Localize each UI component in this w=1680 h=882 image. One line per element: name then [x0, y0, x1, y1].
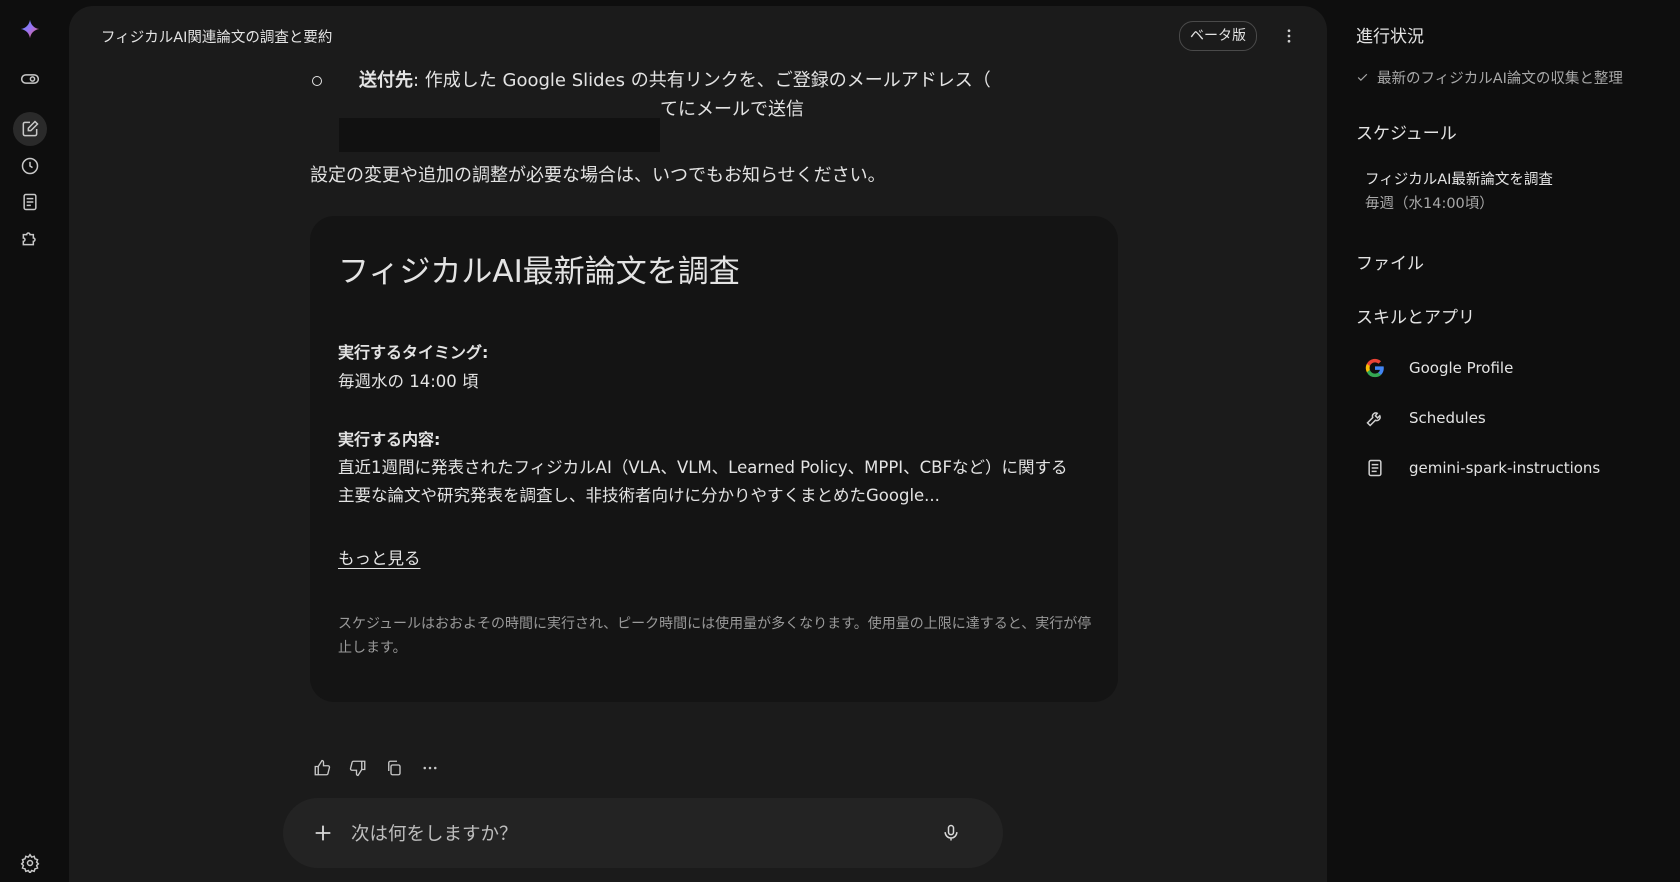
schedule-item-subtitle: 毎週（水14:00頃） [1365, 196, 1494, 212]
more-actions-icon[interactable] [418, 756, 442, 780]
timing-label: 実行するタイミング: [338, 343, 489, 362]
thumbs-up-icon[interactable] [310, 756, 334, 780]
wrench-icon [1364, 407, 1386, 429]
progress-heading: 進行状況 [1356, 27, 1424, 47]
skills-apps-heading: スキルとアプリ [1356, 308, 1475, 328]
document-icon [1364, 457, 1386, 479]
timing-value: 毎週水の 14:00 頃 [338, 372, 479, 391]
prompt-box [283, 798, 1003, 868]
beta-badge[interactable]: ベータ版 [1179, 21, 1257, 51]
google-g-icon [1364, 357, 1386, 379]
notes-icon[interactable] [18, 190, 42, 214]
extensions-puzzle-icon[interactable] [18, 226, 42, 250]
more-options-icon[interactable] [1279, 26, 1299, 46]
gemini-spark-logo-icon[interactable] [18, 17, 42, 41]
progress-item-label: 最新のフィジカルAI論文の収集と整理 [1377, 71, 1623, 87]
history-clock-icon[interactable] [18, 154, 42, 178]
card-title: フィジカルAI最新論文を調査 [338, 254, 740, 290]
bullet-bold-label: 送付先 [359, 70, 413, 91]
schedule-card: フィジカルAI最新論文を調査 実行するタイミング: 毎週水の 14:00 頃 実… [310, 216, 1118, 702]
copy-icon[interactable] [382, 756, 406, 780]
app-item-label: gemini-spark-instructions [1409, 459, 1601, 477]
thumbs-down-icon[interactable] [346, 756, 370, 780]
check-icon [1357, 73, 1368, 82]
schedule-note: スケジュールはおおよその時間に実行され、ピーク時間には使用量が多くなります。使用… [338, 616, 1092, 656]
message-content: 送付先: 作成した Google Slides の共有リンクを、ご登録のメールア… [310, 66, 1130, 777]
app-item-gemini-spark-instructions[interactable]: gemini-spark-instructions [1364, 455, 1600, 481]
add-attachment-plus-icon[interactable] [311, 821, 335, 845]
microphone-icon[interactable] [939, 821, 963, 845]
app-item-schedules[interactable]: Schedules [1364, 405, 1486, 431]
settings-gear-icon[interactable] [18, 851, 42, 875]
files-heading: ファイル [1356, 254, 1424, 274]
bullet-tail: てにメールで送信 [660, 99, 804, 120]
app-item-label: Google Profile [1409, 359, 1514, 377]
content-line-2: 主要な論文や研究発表を調査し、非技術者向けに分かりやすくまとめたGoogle..… [338, 486, 940, 505]
redacted-email-block [339, 118, 660, 152]
content-line-1: 直近1週間に発表されたフィジカルAI（VLA、VLM、Learned Polic… [338, 458, 1068, 477]
app-item-label: Schedules [1409, 409, 1486, 427]
schedule-item-title[interactable]: フィジカルAI最新論文を調査 [1365, 168, 1553, 189]
toggle-icon[interactable] [18, 67, 42, 91]
list-item: 送付先: 作成した Google Slides の共有リンクを、ご登録のメールア… [310, 66, 1130, 152]
chat-panel: フィジカルAI関連論文の調査と要約 ベータ版 送付先: 作成した Google … [69, 6, 1327, 882]
progress-item: 最新のフィジカルAI論文の収集と整理 [1356, 67, 1623, 88]
left-rail [0, 0, 60, 882]
conversation-title: フィジカルAI関連論文の調査と要約 [101, 30, 333, 46]
app-item-google-profile[interactable]: Google Profile [1364, 355, 1513, 381]
show-more-link[interactable]: もっと見る [338, 545, 421, 569]
prompt-input[interactable] [349, 818, 913, 850]
bullet-text: 送付先: 作成した Google Slides の共有リンクを、ご登録のメールア… [359, 66, 1059, 95]
schedule-heading: スケジュール [1356, 124, 1457, 144]
bullet-circle-icon [312, 76, 322, 86]
new-chat-icon[interactable] [13, 112, 47, 146]
content-label: 実行する内容: [338, 430, 441, 449]
side-panel: 進行状況 最新のフィジカルAI論文の収集と整理 スケジュール フィジカルAI最新… [1340, 0, 1680, 882]
bullet-body: : 作成した Google Slides の共有リンクを、ご登録のメールアドレス… [413, 70, 991, 91]
response-paragraph: 設定の変更や追加の調整が必要な場合は、いつでもお知らせください。 [310, 165, 886, 186]
